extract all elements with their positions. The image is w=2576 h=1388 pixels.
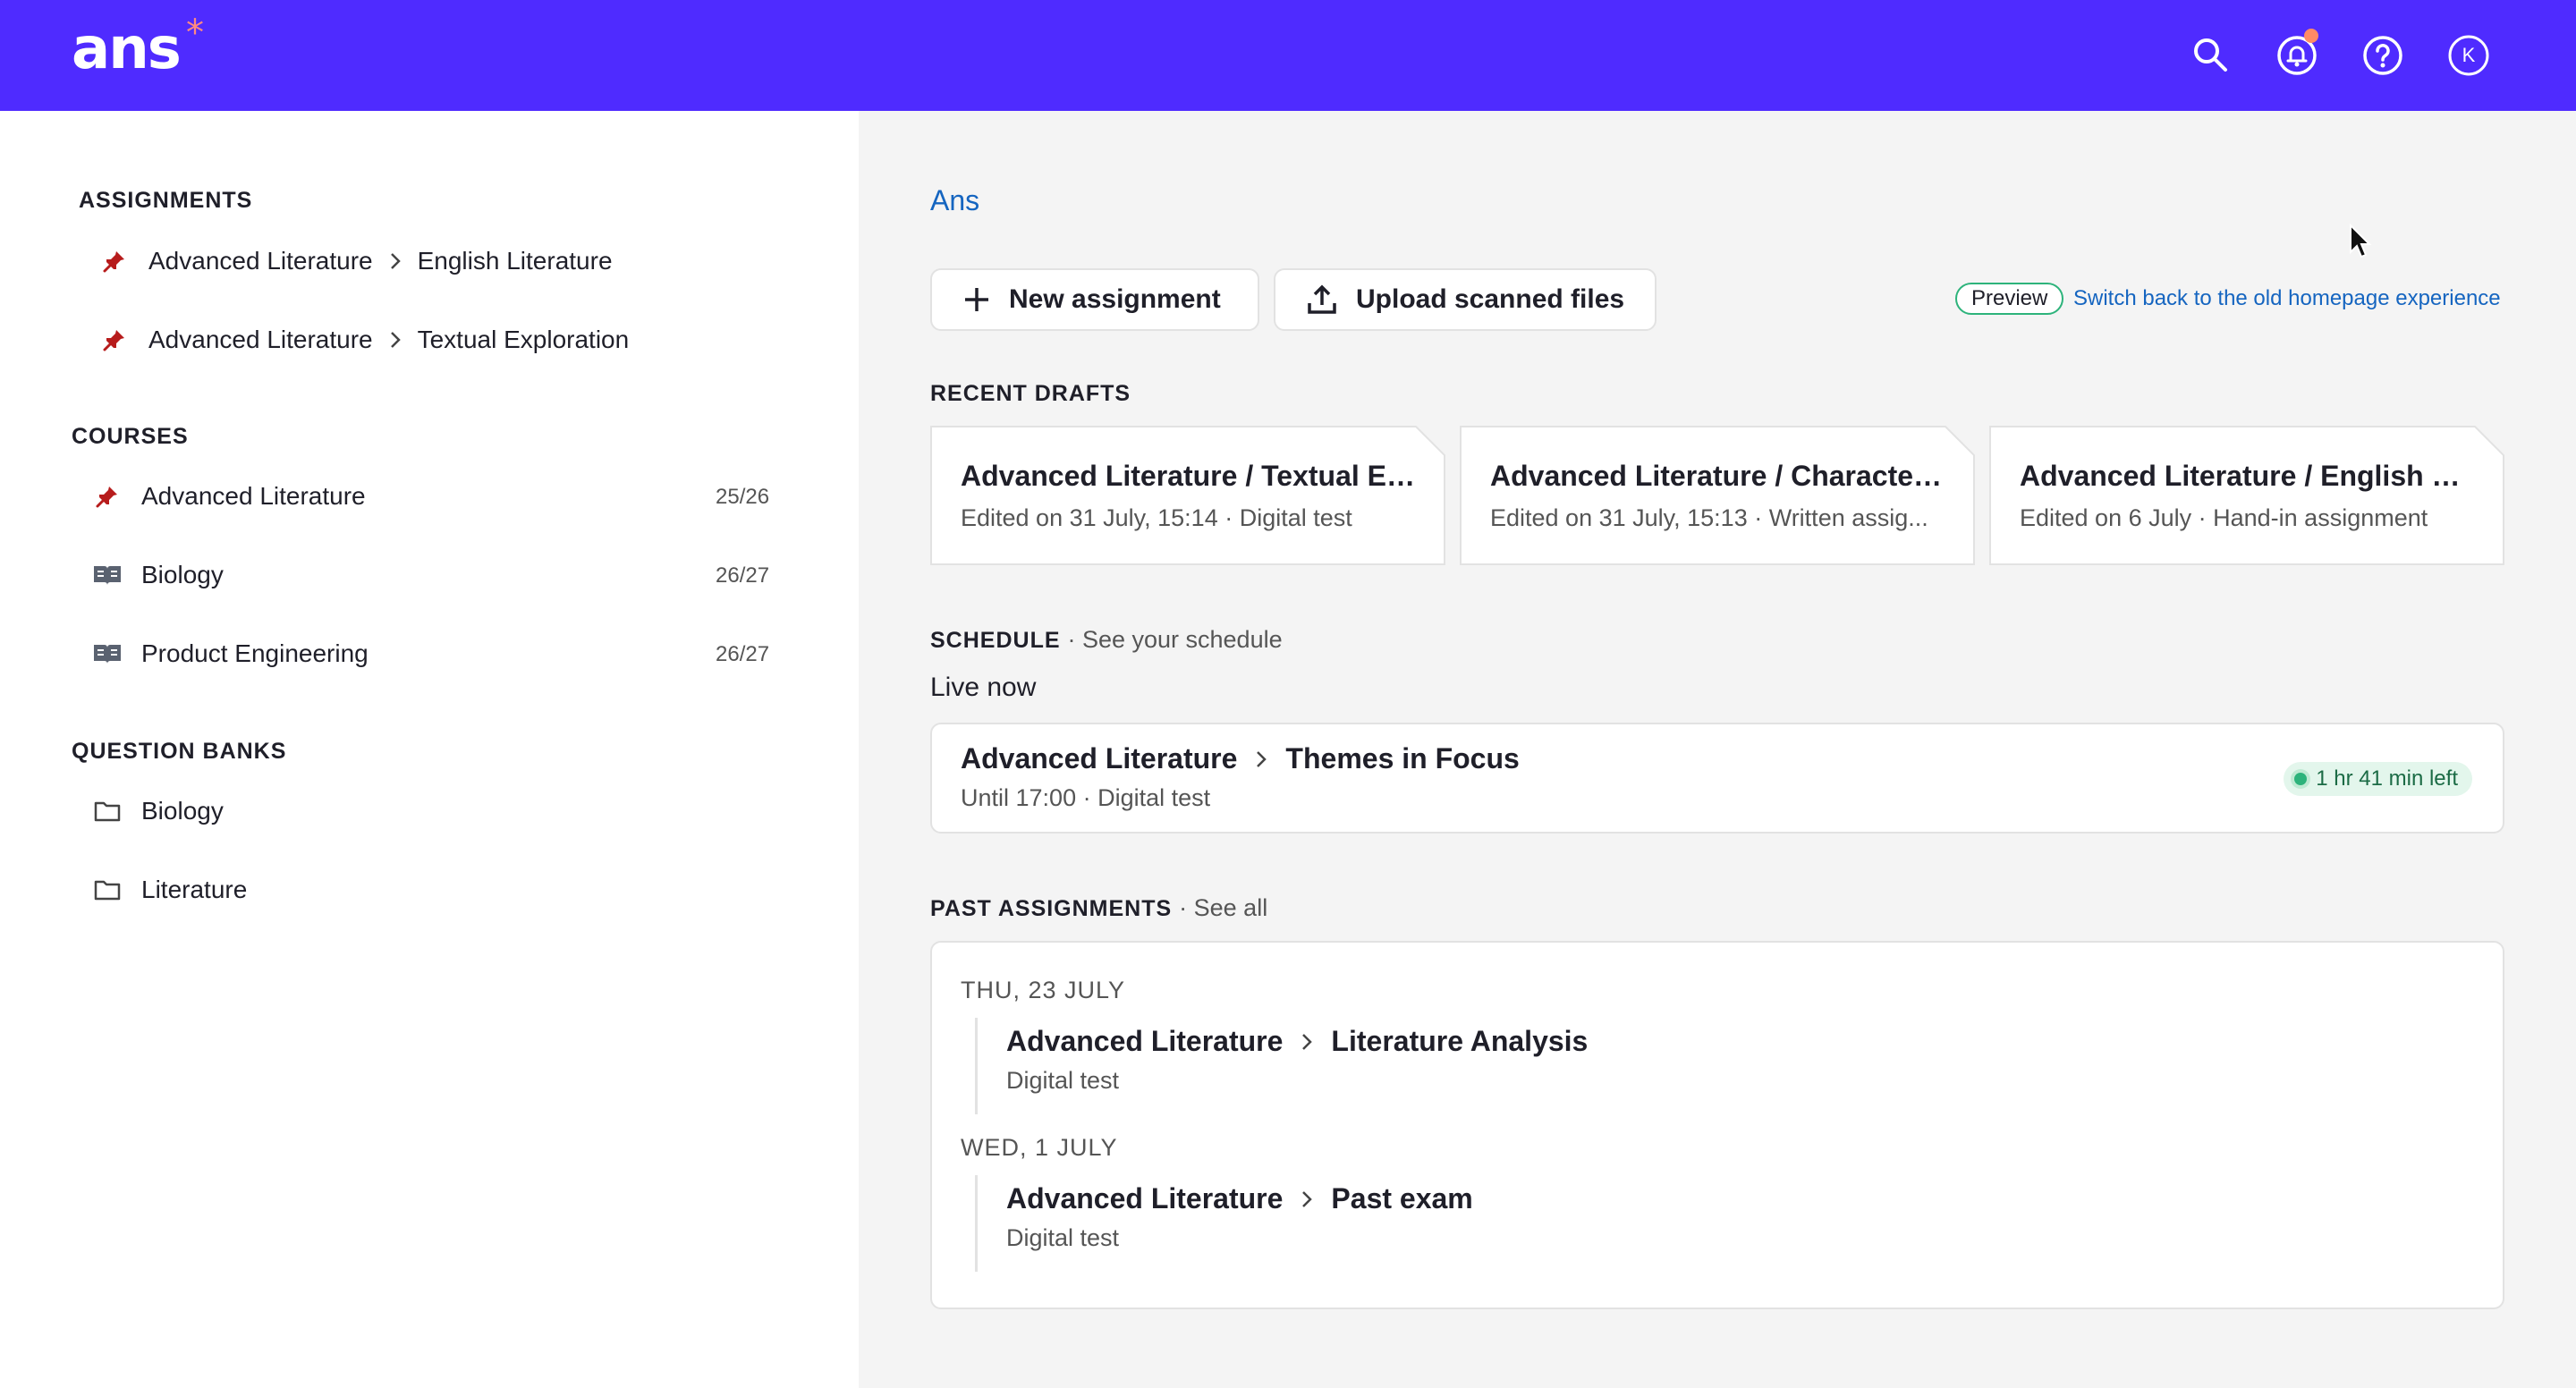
help-icon[interactable]: [2360, 32, 2406, 79]
schedule-title: SCHEDULE: [930, 628, 1061, 653]
course-count: 26/27: [716, 563, 770, 588]
avatar[interactable]: K: [2445, 32, 2492, 79]
time-left-badge: 1 hr 41 min left: [2284, 762, 2472, 796]
schedule-header: SCHEDULE · See your schedule: [930, 626, 1283, 654]
live-assignment-title: Advanced Literature Themes in Focus: [961, 742, 1520, 775]
chevron-right-icon: [1301, 1032, 1313, 1052]
plus-icon: [965, 288, 988, 311]
new-assignment-button[interactable]: New assignment: [930, 268, 1259, 331]
draft-card[interactable]: Advanced Literature / Textual Ex... Edit…: [930, 426, 1445, 565]
draft-title: Advanced Literature / Textual Ex...: [961, 460, 1417, 492]
draft-card[interactable]: Advanced Literature / Character ... Edit…: [1460, 426, 1975, 565]
notification-bell-icon[interactable]: [2274, 29, 2320, 79]
upload-icon: [1308, 284, 1336, 314]
courses-section-title: COURSES: [72, 424, 189, 449]
sidebar-course-biology[interactable]: Biology: [89, 548, 224, 602]
page-fold-icon: [1945, 426, 1975, 456]
sidebar-question-bank-biology[interactable]: Biology: [89, 784, 224, 838]
top-bar: ans * K: [0, 0, 2576, 111]
past-assignment-title: Advanced Literature Past exam: [1006, 1175, 2406, 1215]
upload-scanned-files-button[interactable]: Upload scanned files: [1274, 268, 1657, 331]
draft-subtitle: Edited on 6 July · Hand-in assignment: [2020, 504, 2428, 531]
sidebar-course-advanced-literature[interactable]: Advanced Literature: [89, 470, 366, 523]
course-name: Biology: [141, 561, 224, 588]
chevron-right-icon: [389, 330, 402, 350]
past-assignment-item[interactable]: Advanced Literature Past exam Digital te…: [975, 1175, 2406, 1272]
logo-star: *: [186, 13, 204, 54]
page-fold-icon: [1415, 426, 1445, 456]
assignments-section-title: ASSIGNMENTS: [79, 188, 253, 213]
course-name: Advanced Literature: [141, 482, 366, 510]
date-label: WED, 1 JULY: [961, 1134, 1118, 1161]
upload-label: Upload scanned files: [1356, 284, 1625, 314]
question-banks-section-title: QUESTION BANKS: [72, 739, 287, 764]
mouse-cursor-icon: [2350, 224, 2372, 258]
course-count: 25/26: [716, 485, 770, 509]
sidebar-question-bank-literature[interactable]: Literature: [89, 863, 247, 917]
see-your-schedule-link[interactable]: · See your schedule: [1067, 626, 1282, 653]
sidebar-assignment-english-literature[interactable]: Advanced Literature English Literature: [97, 234, 613, 288]
ans-logo[interactable]: ans *: [72, 13, 204, 82]
live-course: Advanced Literature: [961, 742, 1238, 774]
date-label: THU, 23 JULY: [961, 977, 1126, 1003]
chevron-right-icon: [1255, 749, 1267, 769]
live-name: Themes in Focus: [1285, 742, 1520, 774]
folder-icon: [89, 872, 125, 908]
draft-title: Advanced Literature / English Lit...: [2020, 460, 2476, 492]
course-count: 26/27: [716, 642, 770, 666]
assignment-course: Advanced Literature: [148, 326, 373, 353]
course-name: Product Engineering: [141, 639, 369, 667]
past-course: Advanced Literature: [1006, 1182, 1284, 1214]
book-icon: [89, 636, 125, 672]
question-bank-name: Literature: [141, 876, 248, 903]
chevron-right-icon: [389, 251, 402, 271]
avatar-initial: K: [2462, 44, 2476, 66]
pin-icon: [97, 243, 132, 279]
draft-subtitle: Edited on 31 July, 15:14 · Digital test: [961, 504, 1352, 531]
pin-icon: [89, 478, 125, 514]
see-all-link[interactable]: · See all: [1179, 894, 1267, 921]
switch-to-old-homepage-link[interactable]: Switch back to the old homepage experien…: [2073, 286, 2501, 311]
live-now-label: Live now: [930, 673, 1037, 702]
assignment-name: English Literature: [417, 247, 613, 275]
book-icon: [89, 557, 125, 593]
chevron-right-icon: [1301, 1189, 1313, 1209]
draft-subtitle: Edited on 31 July, 15:13 · Written assig…: [1490, 504, 1928, 531]
past-name: Literature Analysis: [1331, 1025, 1589, 1057]
time-left-text: 1 hr 41 min left: [2316, 766, 2458, 791]
question-bank-name: Biology: [141, 797, 224, 825]
past-assignments-header: PAST ASSIGNMENTS · See all: [930, 894, 1267, 922]
draft-card[interactable]: Advanced Literature / English Lit... Edi…: [1989, 426, 2504, 565]
assignment-course: Advanced Literature: [148, 247, 373, 275]
sidebar-assignment-textual-exploration[interactable]: Advanced Literature Textual Exploration: [97, 313, 629, 367]
past-subtitle: Digital test: [1006, 1224, 1120, 1251]
past-subtitle: Digital test: [1006, 1067, 1120, 1094]
folder-icon: [89, 793, 125, 829]
draft-title: Advanced Literature / Character ...: [1490, 460, 1946, 492]
notification-dot: [2304, 29, 2318, 43]
past-assignments-title: PAST ASSIGNMENTS: [930, 896, 1173, 921]
new-assignment-label: New assignment: [1009, 284, 1221, 314]
sidebar-course-product-engineering[interactable]: Product Engineering: [89, 627, 369, 681]
past-assignments-card: THU, 23 JULY Advanced Literature Literat…: [930, 941, 2504, 1309]
past-assignment-title: Advanced Literature Literature Analysis: [1006, 1018, 2406, 1058]
live-dot-icon: [2294, 773, 2308, 785]
recent-drafts-title: RECENT DRAFTS: [930, 381, 1131, 406]
preview-badge: Preview: [1955, 283, 2064, 315]
live-assignment-card[interactable]: Advanced Literature Themes in Focus Unti…: [930, 723, 2504, 834]
pin-icon: [97, 322, 132, 358]
past-name: Past exam: [1331, 1182, 1473, 1214]
past-course: Advanced Literature: [1006, 1025, 1284, 1057]
live-subtitle: Until 17:00 · Digital test: [961, 784, 1211, 811]
breadcrumb[interactable]: Ans: [930, 184, 979, 217]
page-fold-icon: [2474, 426, 2504, 456]
search-icon[interactable]: [2188, 32, 2234, 79]
past-assignment-item[interactable]: Advanced Literature Literature Analysis …: [975, 1018, 2406, 1114]
assignment-name: Textual Exploration: [417, 326, 630, 353]
